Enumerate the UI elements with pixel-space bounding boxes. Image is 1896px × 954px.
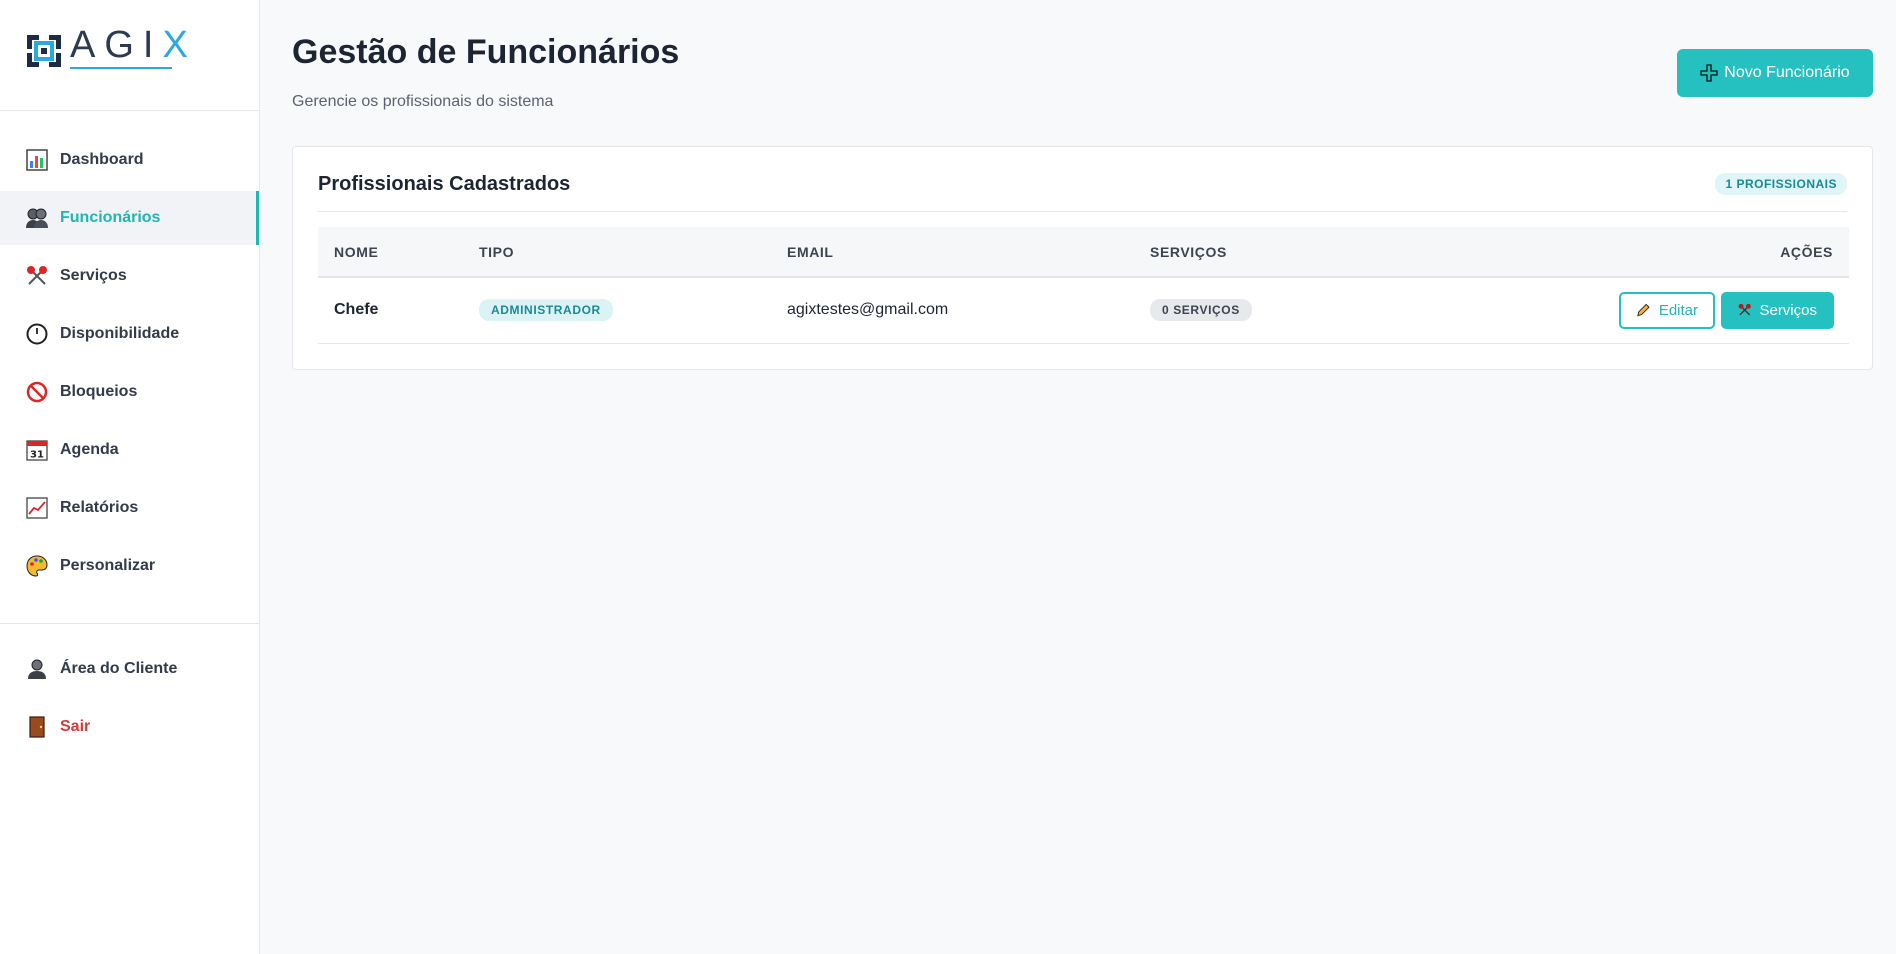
calendar-icon: 31 xyxy=(25,438,49,462)
sidebar-item-label: Área do Cliente xyxy=(60,660,178,677)
logo[interactable]: AGIX xyxy=(0,0,259,111)
sidebar-item-dashboard[interactable]: Dashboard xyxy=(0,133,259,187)
page-subtitle: Gerencie os profissionais do sistema xyxy=(292,93,554,110)
column-header-acoes: AÇÕES xyxy=(1780,243,1833,260)
sidebar-item-label: Funcionários xyxy=(60,209,161,226)
services-button[interactable]: Serviços xyxy=(1721,291,1834,329)
sidebar-item-label: Agenda xyxy=(60,441,119,458)
new-employee-button-label: Novo Funcionário xyxy=(1724,64,1850,81)
logo-text: AGIX xyxy=(70,24,197,66)
sidebar-item-servicos[interactable]: Serviços xyxy=(0,249,259,303)
column-header-email[interactable]: EMAIL xyxy=(771,227,1134,277)
user-icon xyxy=(25,657,49,681)
column-header-tipo[interactable]: TIPO xyxy=(463,227,771,277)
sidebar-item-label: Disponibilidade xyxy=(60,325,180,342)
sidebar-item-label: Sair xyxy=(60,718,91,735)
logo-underline xyxy=(70,67,172,69)
sidebar-item-personalizar[interactable]: Personalizar xyxy=(0,539,259,593)
line-chart-icon xyxy=(25,496,49,520)
employee-email: agixtestes@gmail.com xyxy=(787,301,949,319)
count-badge: 1 PROFISSIONAIS xyxy=(1715,173,1847,195)
calendar-day: 31 xyxy=(30,450,44,461)
employee-name: Chefe xyxy=(334,301,379,319)
sidebar-item-agenda[interactable]: 31 Agenda xyxy=(0,423,259,477)
sidebar-item-label: Serviços xyxy=(60,267,127,284)
sidebar-item-bloqueios[interactable]: Bloqueios xyxy=(0,365,259,419)
column-header-servicos[interactable]: SERVIÇOS xyxy=(1134,227,1434,277)
employee-services-cell: 0 SERVIÇOS xyxy=(1134,277,1434,343)
scissors-icon xyxy=(1738,304,1751,316)
clock-icon xyxy=(25,322,49,346)
role-badge: ADMINISTRADOR xyxy=(479,299,613,322)
sidebar-item-funcionarios[interactable]: Funcionários xyxy=(0,191,259,245)
sidebar-item-area-do-cliente[interactable]: Área do Cliente xyxy=(0,642,259,696)
sidebar: AGIX Dashboard Funcionários Serviços Dis… xyxy=(0,0,260,954)
edit-button[interactable]: Editar xyxy=(1619,291,1715,329)
table-row: Chefe ADMINISTRADOR agixtestes@gmail.com… xyxy=(318,277,1849,343)
users-icon xyxy=(25,206,49,230)
new-employee-button[interactable]: Novo Funcionário xyxy=(1677,49,1873,97)
employees-card: Profissionais Cadastrados 1 PROFISSIONAI… xyxy=(292,146,1873,370)
sidebar-item-label: Bloqueios xyxy=(60,383,138,400)
plus-icon xyxy=(1700,64,1718,82)
pencil-icon xyxy=(1637,304,1650,317)
sidebar-item-label: Relatórios xyxy=(60,499,139,516)
employee-type-cell: ADMINISTRADOR xyxy=(463,277,771,343)
actions-cell: Editar Serviços xyxy=(1434,277,1849,343)
sidebar-item-label: Personalizar xyxy=(60,557,156,574)
services-button-label: Serviços xyxy=(1759,301,1817,319)
table-header-row: NOME TIPO EMAIL SERVIÇOS AÇÕES xyxy=(318,227,1849,277)
door-icon xyxy=(25,715,49,739)
sidebar-item-label: Dashboard xyxy=(60,151,144,168)
prohibited-icon xyxy=(25,380,49,404)
column-header-nome[interactable]: NOME xyxy=(318,227,463,277)
bar-chart-icon xyxy=(25,148,49,172)
sidebar-item-sair[interactable]: Sair xyxy=(0,700,259,754)
sidebar-nav: Dashboard Funcionários Serviços Disponib… xyxy=(0,111,259,754)
employees-table: NOME TIPO EMAIL SERVIÇOS AÇÕES Chefe ADM… xyxy=(318,227,1849,344)
palette-icon xyxy=(25,554,49,578)
page-title: Gestão de Funcionários xyxy=(292,33,680,71)
logo-mark-icon xyxy=(27,35,61,67)
card-title: Profissionais Cadastrados xyxy=(318,172,571,195)
sidebar-item-disponibilidade[interactable]: Disponibilidade xyxy=(0,307,259,361)
sidebar-divider xyxy=(0,623,259,624)
scissors-icon xyxy=(25,264,49,288)
edit-button-label: Editar xyxy=(1658,301,1698,319)
services-count-badge: 0 SERVIÇOS xyxy=(1150,299,1252,322)
sidebar-item-relatorios[interactable]: Relatórios xyxy=(0,481,259,535)
card-header: Profissionais Cadastrados 1 PROFISSIONAI… xyxy=(318,147,1847,212)
